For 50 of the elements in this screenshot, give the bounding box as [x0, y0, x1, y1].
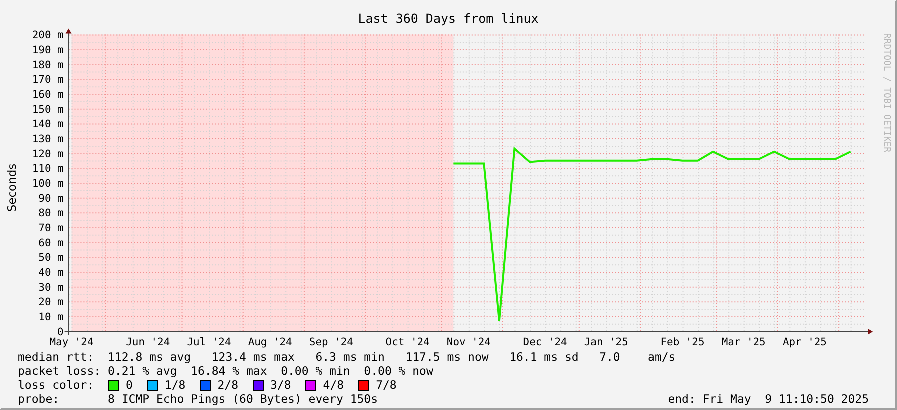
y-tick-label: 70 m — [38, 222, 64, 234]
y-tick-label: 40 m — [38, 267, 64, 279]
x-tick-label: Aug '24 — [248, 336, 292, 348]
y-tick-label: 20 m — [38, 296, 64, 309]
legend-stats: 0.21 % avg 16.84 % max 0.00 % min 0.00 % now — [108, 364, 434, 378]
y-tick-label: 190 m — [32, 44, 64, 57]
x-tick-label: Jun '24 — [126, 336, 170, 348]
y-tick-label: 80 m — [38, 208, 64, 220]
y-tick-label: 170 m — [32, 74, 64, 86]
legend-label: probe: — [18, 392, 61, 406]
chart-title: Last 360 Days from linux — [357, 10, 540, 26]
legend-label: loss color: — [18, 378, 96, 392]
loss-color-label: 0 — [126, 378, 133, 392]
loss-color-label: 2/8 — [218, 378, 238, 392]
loss-color-label: 4/8 — [323, 378, 344, 392]
x-tick-label: May '24 — [50, 336, 94, 348]
watermark-text: RRDTOOL / TOBI OETIKER — [882, 33, 892, 153]
y-tick-label: 120 m — [32, 148, 64, 160]
y-tick-label: 100 m — [32, 178, 64, 190]
legend-label: packet loss: — [18, 364, 102, 378]
end-timestamp: end: Fri May 9 11:10:50 2025 — [668, 392, 869, 406]
x-tick-label: Jan '25 — [584, 336, 628, 348]
x-tick-label: Sep '24 — [309, 336, 354, 348]
y-tick-label: 160 m — [32, 89, 64, 102]
y-tick-label: 140 m — [32, 118, 64, 131]
x-tick-label: Nov '24 — [446, 336, 491, 348]
loss-color-label: 7/8 — [376, 378, 397, 392]
loss-color-label: 1/8 — [164, 378, 186, 392]
loss-color-label: 3/8 — [270, 378, 292, 392]
y-tick-label: 10 m — [38, 311, 64, 324]
y-tick-label: 180 m — [32, 59, 64, 72]
y-tick-label: 60 m — [38, 237, 64, 250]
x-tick-label: Dec '24 — [523, 336, 568, 348]
y-tick-label: 90 m — [38, 192, 64, 205]
probe-description: 8 ICMP Echo Pings (60 Bytes) every 150s — [108, 392, 378, 406]
y-tick-label: 200 m — [32, 30, 64, 42]
x-tick-label: Mar '25 — [722, 336, 766, 348]
y-tick-label: 130 m — [32, 134, 64, 146]
x-tick-label: Oct '24 — [386, 336, 430, 348]
legend-label: median rtt: — [18, 350, 96, 364]
x-tick-label: Feb '25 — [660, 336, 705, 348]
legend-stats: 112.8 ms avg 123.4 ms max 6.3 ms min 117.5 ms now 16.1 ms sd 7.0 am/s — [108, 350, 676, 364]
y-axis-label: Seconds — [5, 164, 19, 212]
x-tick-label: Apr '25 — [782, 336, 827, 348]
y-tick-label: 110 m — [32, 163, 64, 176]
y-tick-label: 150 m — [32, 104, 64, 116]
y-tick-label: 0 — [58, 326, 64, 338]
y-tick-label: 30 m — [38, 282, 64, 294]
y-tick-label: 50 m — [38, 252, 64, 264]
x-tick-label: Jul '24 — [187, 336, 232, 348]
